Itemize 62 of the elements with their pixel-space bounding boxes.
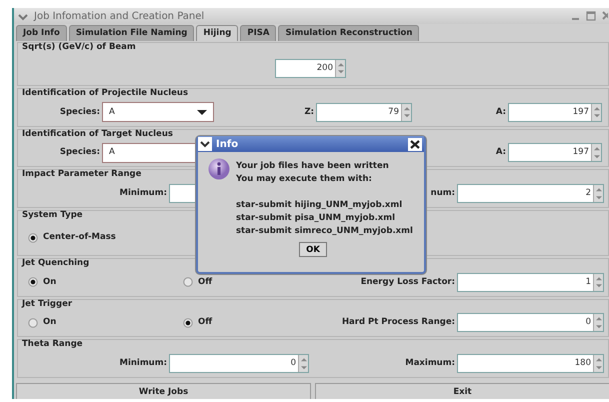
field-label: Maximum: [404, 357, 456, 370]
action-button[interactable]: Exit [315, 383, 609, 399]
down-arrow-icon[interactable] [594, 194, 604, 202]
tab[interactable]: Hijing [196, 25, 238, 41]
field-label: Energy Loss Factor: [360, 276, 456, 288]
group-title: Identification of Target Nucleus [22, 128, 173, 140]
tab[interactable]: Simulation File Naming [68, 25, 194, 41]
down-arrow-icon[interactable] [594, 364, 604, 372]
maximize-icon[interactable] [586, 11, 596, 21]
radio-icon[interactable] [28, 277, 38, 287]
field-label: Species: [58, 146, 101, 160]
group-title: Impact Parameter Range [22, 169, 142, 180]
spinner-field[interactable]: 197 [508, 143, 602, 162]
group-title: System Type [22, 210, 83, 221]
down-arrow-icon[interactable] [299, 364, 309, 372]
radio-icon[interactable] [183, 318, 193, 328]
group-title: Theta Range [22, 339, 83, 350]
radio-option[interactable]: Center-of-Mass [22, 231, 177, 244]
command-line: star-submit simreco_UNM_myjob.xml [236, 225, 413, 238]
caret-icon [197, 110, 207, 114]
spinner-field[interactable]: 1 [457, 272, 604, 292]
action-button[interactable]: Write Jobs [16, 383, 311, 399]
radio-option[interactable]: Off [177, 276, 322, 288]
dropdown[interactable]: A [102, 102, 214, 122]
radio-icon[interactable] [28, 318, 38, 328]
field-label: Species: [58, 106, 101, 118]
group-title: Sqrt(s) (GeV/c) of Beam [22, 42, 136, 53]
spinner-field[interactable]: 180 [457, 354, 604, 373]
radio-icon[interactable] [28, 232, 38, 243]
field-label: A: [494, 146, 507, 160]
message-line: You may execute them with: [236, 173, 373, 186]
tab[interactable]: PISA [240, 25, 276, 41]
ok-button[interactable]: OK [299, 242, 327, 257]
tab[interactable]: Simulation Reconstruction [278, 25, 420, 41]
message-line: Your job files have been written [236, 160, 390, 173]
group-title: Jet Trigger [22, 298, 72, 310]
field-label: Hard Pt Process Range: [340, 316, 456, 330]
spinner-field[interactable]: 0 [457, 313, 604, 332]
dialog-title: Info [216, 138, 240, 152]
field-label: Minimum: [118, 187, 168, 200]
field-label: Minimum: [118, 357, 168, 370]
radio-option[interactable]: On [22, 316, 177, 330]
tab[interactable]: Job Info [16, 25, 67, 41]
group-title: Identification of Projectile Nucleus [22, 88, 188, 99]
info-icon [208, 158, 230, 180]
radio-option[interactable]: Off [177, 316, 322, 330]
radio-option[interactable]: On [22, 276, 177, 288]
field-label: Z: [303, 106, 315, 118]
group-title: Jet Quenching [22, 258, 90, 269]
spinner-field[interactable]: 79 [316, 102, 412, 122]
field-label: num: [430, 187, 456, 200]
spinner-field[interactable]: 200 [275, 58, 346, 78]
spinner-field[interactable]: 2 [457, 184, 604, 203]
chevron-icon[interactable] [198, 137, 212, 151]
spinner-field[interactable]: 197 [508, 102, 602, 122]
spinner-field[interactable]: 0 [169, 354, 309, 373]
command-line: star-submit pisa_UNM_myjob.xml [236, 212, 396, 225]
radio-icon[interactable] [183, 277, 193, 287]
close-icon[interactable] [408, 138, 422, 150]
window-title: Job Infomation and Creation Panel [34, 10, 206, 24]
field-label: A: [494, 106, 507, 118]
command-line: star-submit hijing_UNM_myjob.xml [236, 199, 404, 212]
